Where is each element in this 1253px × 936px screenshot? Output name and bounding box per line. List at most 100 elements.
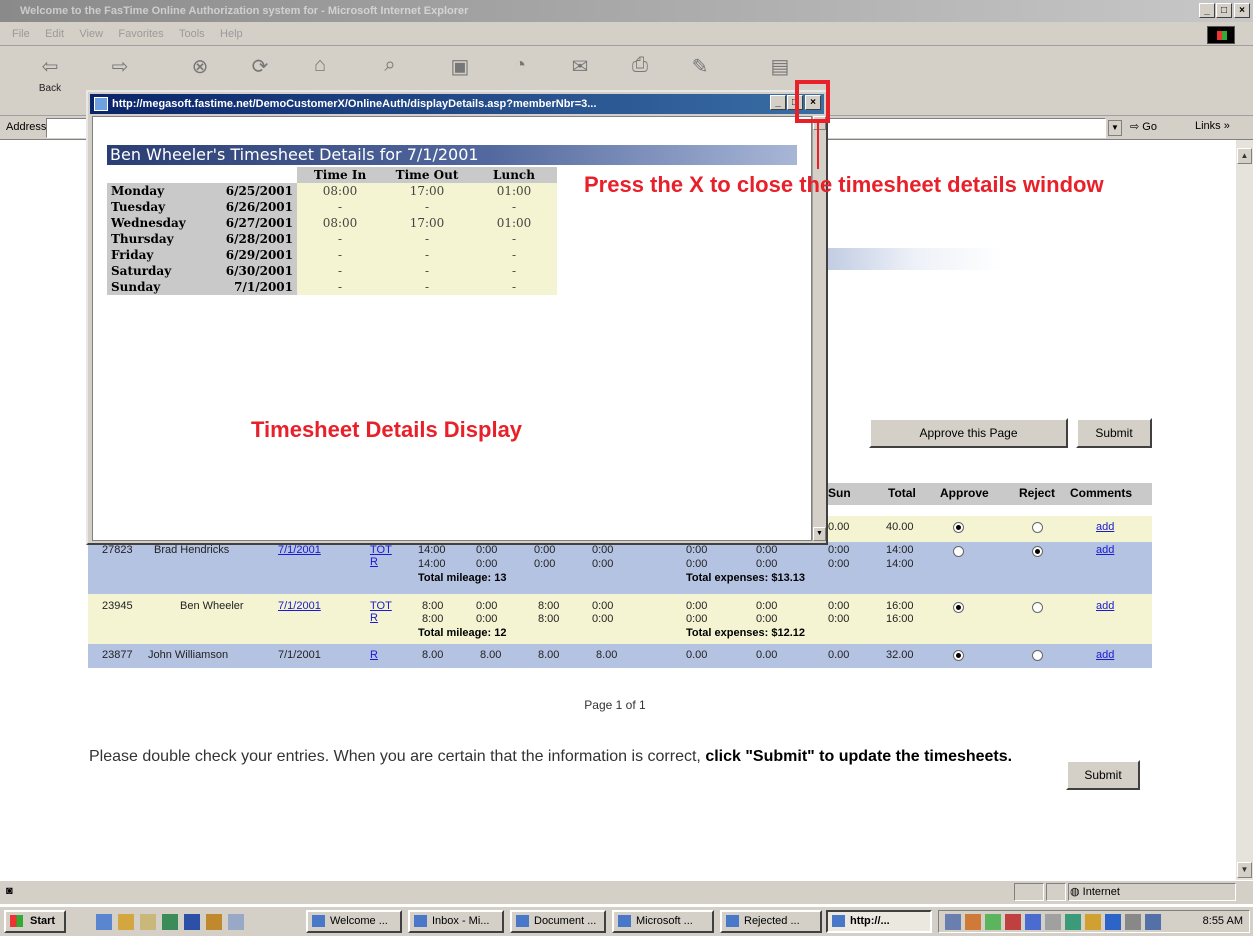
close-highlight-box <box>795 80 830 123</box>
table-row: 23877 John Williamson 7/1/2001 R 8.00 8.… <box>88 644 1152 668</box>
favorites-icon: ▣ <box>450 56 470 78</box>
add-comment-link[interactable]: add <box>1096 649 1114 661</box>
globe-icon: ◍ <box>1070 886 1080 898</box>
stop-icon: ⊗ <box>191 56 209 78</box>
col-reject: Reject <box>1019 486 1056 500</box>
reject-radio[interactable] <box>1032 546 1043 557</box>
tray-icon[interactable] <box>1145 914 1161 930</box>
quicklaunch-excel-icon[interactable] <box>162 914 178 930</box>
date-link[interactable]: 7/1/2001 <box>278 600 321 612</box>
tray-icon[interactable] <box>1125 914 1141 930</box>
tot-link[interactable]: TOT <box>370 544 392 556</box>
windows-logo-icon <box>1207 26 1235 44</box>
tray-icon[interactable] <box>1065 914 1081 930</box>
back-arrow-icon: ⇦ <box>41 56 59 78</box>
start-button[interactable]: Start <box>4 910 66 933</box>
status-bar: ◙ ◍ Internet <box>0 880 1253 904</box>
tray-icon[interactable] <box>1025 914 1041 930</box>
grid-header: Sun Total Approve Reject Comments <box>800 483 1152 505</box>
add-comment-link[interactable]: add <box>1096 600 1114 612</box>
col-comments: Comments <box>1070 486 1133 500</box>
scroll-down-icon[interactable]: ▼ <box>1237 862 1252 878</box>
quicklaunch-tool-icon[interactable] <box>206 914 222 930</box>
timesheet-row: Sunday 7/1/2001- - - <box>107 279 557 295</box>
popup-minimize-button[interactable]: _ <box>770 95 786 110</box>
r-link[interactable]: R <box>370 649 378 661</box>
date-link[interactable]: 7/1/2001 <box>278 544 321 556</box>
task-rejected[interactable]: Rejected ... <box>720 910 822 933</box>
r-link[interactable]: R <box>370 556 378 568</box>
reject-radio[interactable] <box>1032 602 1043 613</box>
col-sun: Sun <box>828 486 851 500</box>
quicklaunch-word-icon[interactable] <box>184 914 200 930</box>
address-dropdown-icon[interactable]: ▼ <box>1108 120 1122 136</box>
timesheet-details-window: http://megasoft.fastime.net/DemoCustomer… <box>86 90 828 545</box>
quicklaunch-ie-icon[interactable] <box>96 914 112 930</box>
approve-radio[interactable] <box>953 522 964 533</box>
reject-radio[interactable] <box>1032 522 1043 533</box>
submit-button-bottom[interactable]: Submit <box>1066 760 1140 790</box>
home-icon: ⌂ <box>313 54 327 76</box>
tot-link[interactable]: TOT <box>370 600 392 612</box>
tray-icon[interactable] <box>1005 914 1021 930</box>
tray-icon[interactable] <box>945 914 961 930</box>
quicklaunch-explorer-icon[interactable] <box>228 914 244 930</box>
close-hint-annotation: Press the X to close the timesheet detai… <box>584 172 1104 197</box>
menu-file[interactable]: File <box>12 22 30 46</box>
menu-favorites[interactable]: Favorites <box>118 22 163 46</box>
tray-icon[interactable] <box>1105 914 1121 930</box>
approve-radio[interactable] <box>953 546 964 557</box>
submit-notice: Please double check your entries. When y… <box>89 748 1013 765</box>
approve-radio[interactable] <box>953 602 964 613</box>
approve-page-button[interactable]: Approve this Page <box>869 418 1068 448</box>
popup-scroll-down-icon[interactable]: ▼ <box>813 527 826 541</box>
page-banner <box>828 248 1003 270</box>
go-button[interactable]: ⇨ Go <box>1130 120 1157 133</box>
tray-icon[interactable] <box>1085 914 1101 930</box>
back-button[interactable]: ⇦ Back <box>30 54 70 106</box>
security-zone: ◍ Internet <box>1070 886 1120 898</box>
quicklaunch-outlook-icon[interactable] <box>118 914 134 930</box>
add-comment-link[interactable]: add <box>1096 521 1114 533</box>
page-status-icon: ◙ <box>6 885 13 897</box>
scroll-up-icon[interactable]: ▲ <box>1237 148 1252 164</box>
timesheet-row: Tuesday 6/26/2001- - - <box>107 199 557 215</box>
menu-edit[interactable]: Edit <box>45 22 64 46</box>
quicklaunch-paint-icon[interactable] <box>140 914 156 930</box>
go-arrow-icon: ⇨ <box>1130 121 1140 133</box>
menu-view[interactable]: View <box>79 22 103 46</box>
taskbar: Start Welcome ... Inbox - Mi... Document… <box>0 906 1253 936</box>
task-document[interactable]: Document ... <box>510 910 606 933</box>
task-welcome[interactable]: Welcome ... <box>306 910 402 933</box>
r-link[interactable]: R <box>370 612 378 624</box>
table-row: 23945 Ben Wheeler 7/1/2001 TOT R 8:00 0:… <box>88 594 1152 644</box>
task-inbox[interactable]: Inbox - Mi... <box>408 910 504 933</box>
approve-radio[interactable] <box>953 650 964 661</box>
timesheet-row: Friday 6/29/2001- - - <box>107 247 557 263</box>
system-tray: 8:55 AM <box>938 910 1250 933</box>
submit-button-top[interactable]: Submit <box>1076 418 1152 448</box>
timesheet-row: Wednesday 6/27/2001 08:00 17:00 01:00 <box>107 215 557 231</box>
browser-title-bar: Welcome to the FasTime Online Authorizat… <box>0 0 1253 22</box>
details-display-annotation: Timesheet Details Display <box>251 417 523 442</box>
timesheet-header: Ben Wheeler's Timesheet Details for 7/1/… <box>107 145 797 165</box>
annotation-pointer-line <box>817 123 819 169</box>
tray-icon[interactable] <box>985 914 1001 930</box>
close-button[interactable]: × <box>1234 3 1250 18</box>
menu-tools[interactable]: Tools <box>179 22 205 46</box>
links-button[interactable]: Links » <box>1195 120 1230 132</box>
add-comment-link[interactable]: add <box>1096 544 1114 556</box>
task-http[interactable]: http://... <box>826 910 932 933</box>
maximize-button[interactable]: □ <box>1216 3 1232 18</box>
menu-help[interactable]: Help <box>220 22 243 46</box>
task-microsoft[interactable]: Microsoft ... <box>612 910 714 933</box>
tray-icon[interactable] <box>1045 914 1061 930</box>
page-scrollbar[interactable]: ▲ ▼ <box>1236 140 1253 880</box>
clock: 8:55 AM <box>1202 915 1243 927</box>
reject-radio[interactable] <box>1032 650 1043 661</box>
minimize-button[interactable]: _ <box>1199 3 1215 18</box>
tray-icon[interactable] <box>965 914 981 930</box>
timesheet-row: Thursday 6/28/2001- - - <box>107 231 557 247</box>
col-lunch: Lunch <box>471 167 557 183</box>
pager: Page 1 of 1 <box>584 698 646 712</box>
